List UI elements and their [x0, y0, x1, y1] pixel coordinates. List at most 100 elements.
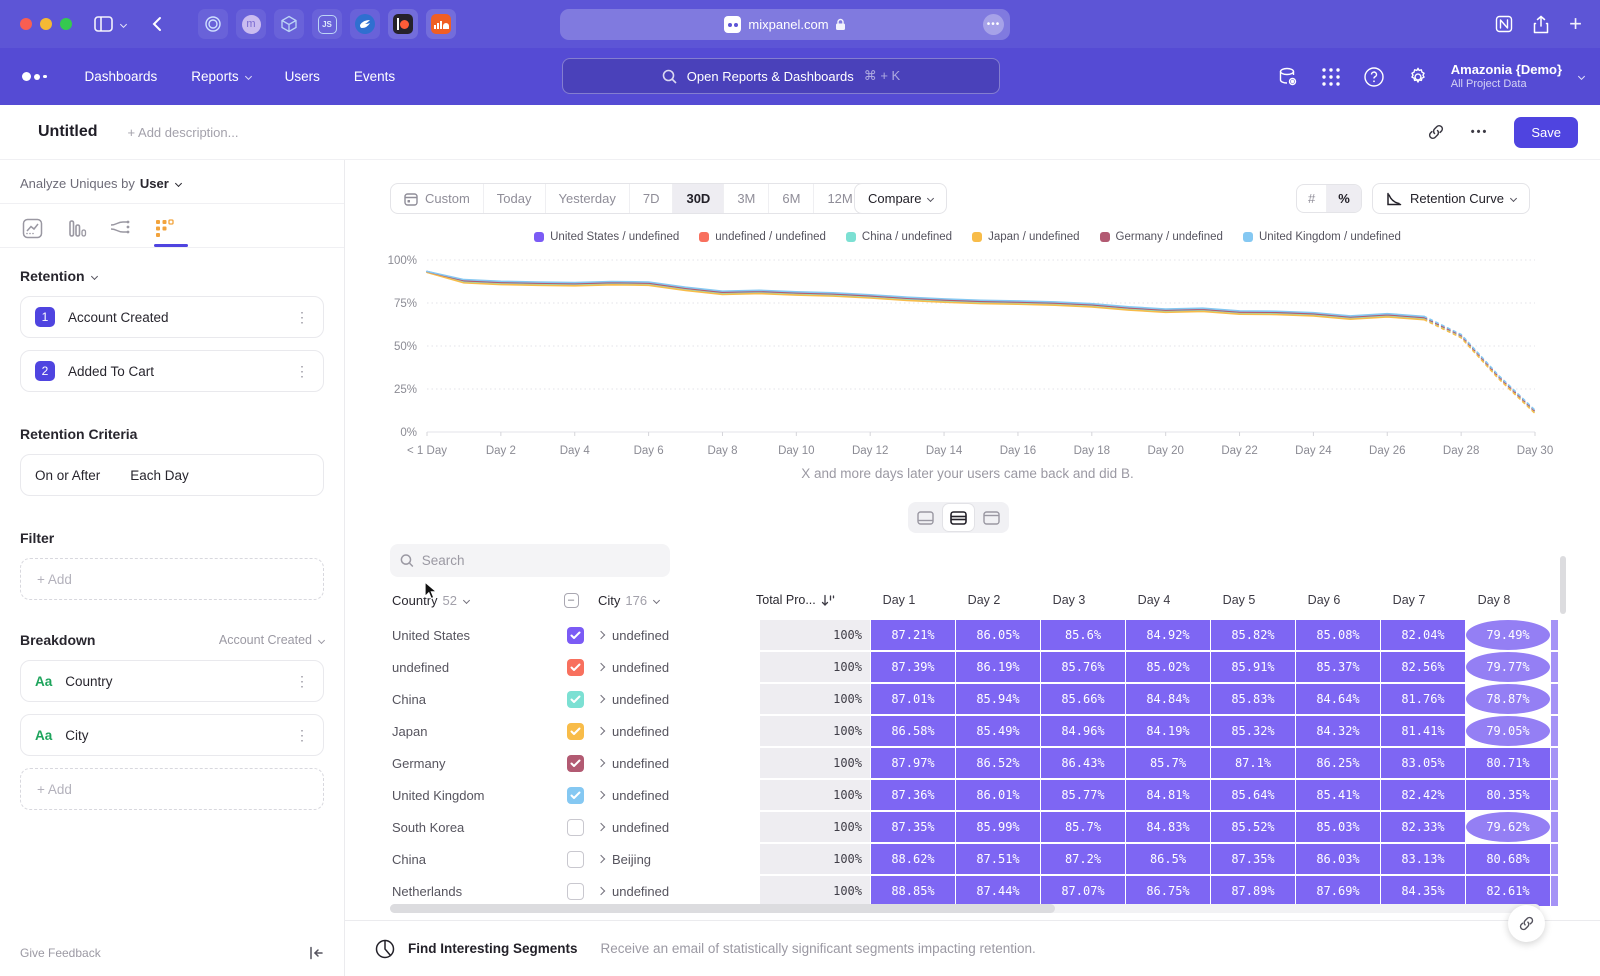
retention-cell[interactable]: 87.1% — [1211, 748, 1295, 778]
range-yesterday[interactable]: Yesterday — [546, 184, 630, 213]
retention-cell[interactable]: 87.39% — [871, 652, 955, 682]
expand-row-icon[interactable] — [590, 728, 612, 734]
target-icon[interactable] — [198, 9, 228, 39]
retention-cell[interactable]: 85.41% — [1296, 780, 1380, 810]
criteria-on-or-after[interactable]: On or After — [35, 468, 100, 483]
retention-step-2[interactable]: 2 Added To Cart ⋮ — [20, 350, 324, 392]
retention-cell[interactable]: 87.35% — [1211, 844, 1295, 874]
city-column-header[interactable]: City176 — [598, 593, 746, 608]
retention-criteria-card[interactable]: On or After Each Day — [20, 454, 324, 496]
range-3m[interactable]: 3M — [724, 184, 769, 213]
retention-cell[interactable]: 86.03% — [1296, 844, 1380, 874]
table-search-input[interactable] — [422, 553, 660, 568]
back-button[interactable] — [152, 16, 162, 32]
chart-type-selector[interactable]: Retention Curve — [1372, 183, 1530, 214]
retention-cell[interactable]: 87.21% — [871, 620, 955, 650]
expand-row-icon[interactable] — [590, 760, 612, 766]
retention-cell[interactable]: 86.01% — [956, 780, 1040, 810]
retention-cell[interactable]: 78.87% — [1466, 684, 1550, 714]
retention-cell[interactable]: 83.05% — [1381, 748, 1465, 778]
retention-cell[interactable]: 84.35% — [1381, 876, 1465, 906]
retention-cell[interactable]: 82.61% — [1466, 876, 1550, 906]
settings-gear-icon[interactable] — [1407, 66, 1429, 88]
funnels-icon[interactable] — [64, 216, 88, 240]
retention-cell[interactable]: 85.76% — [1041, 652, 1125, 682]
retention-cell[interactable]: 81.41% — [1381, 716, 1465, 746]
legend-item[interactable]: Germany / undefined — [1100, 231, 1223, 243]
day-column-header[interactable]: Day 2 — [942, 586, 1026, 614]
retention-cell[interactable]: 86.43% — [1041, 748, 1125, 778]
day-column-header[interactable]: Day 8 — [1452, 586, 1536, 614]
soundcloud-icon[interactable] — [426, 9, 456, 39]
more-options-icon[interactable]: ••• — [1471, 126, 1489, 138]
nav-events[interactable]: Events — [354, 69, 395, 84]
retention-cell[interactable]: 79.49% — [1466, 620, 1550, 650]
m-avatar-icon[interactable]: m — [236, 9, 266, 39]
row-checkbox[interactable] — [567, 787, 584, 804]
retention-cell[interactable]: 84.92% — [1126, 620, 1210, 650]
retention-step-1[interactable]: 1 Account Created ⋮ — [20, 296, 324, 338]
retention-cell[interactable]: 85.66% — [1041, 684, 1125, 714]
retention-cell[interactable]: 85.7% — [1126, 748, 1210, 778]
retention-cell[interactable]: 79.62% — [1466, 812, 1550, 842]
cube-icon[interactable] — [274, 9, 304, 39]
retention-cell[interactable]: 85.94% — [956, 684, 1040, 714]
address-bar[interactable]: mixpanel.com ••• — [560, 9, 1010, 40]
breakdown-city[interactable]: Aa City ⋮ — [20, 714, 324, 756]
breakdown-country[interactable]: Aa Country ⋮ — [20, 660, 324, 702]
range-6m[interactable]: 6M — [769, 184, 814, 213]
bird-icon[interactable] — [350, 9, 380, 39]
expand-row-icon[interactable] — [590, 792, 612, 798]
retention-cell[interactable]: 84.84% — [1126, 684, 1210, 714]
share-icon[interactable] — [1533, 15, 1549, 34]
retention-cell[interactable]: 85.6% — [1041, 620, 1125, 650]
save-button[interactable]: Save — [1514, 117, 1578, 148]
legend-item[interactable]: United Kingdom / undefined — [1243, 231, 1401, 243]
range-today[interactable]: Today — [484, 184, 546, 213]
retention-cell[interactable]: 86.05% — [956, 620, 1040, 650]
insights-icon[interactable] — [20, 216, 44, 240]
kebab-menu-icon[interactable]: ⋮ — [295, 727, 309, 744]
retention-cell[interactable]: 84.19% — [1126, 716, 1210, 746]
retention-cell[interactable]: 85.91% — [1211, 652, 1295, 682]
retention-cell[interactable]: 87.97% — [871, 748, 955, 778]
retention-cell[interactable]: 80.71% — [1466, 748, 1550, 778]
retention-cell[interactable]: 85.83% — [1211, 684, 1295, 714]
expand-row-icon[interactable] — [590, 856, 612, 862]
breakdown-scope-selector[interactable]: Account Created — [219, 633, 324, 647]
city-select-all-checkbox[interactable]: – — [560, 593, 590, 608]
global-search[interactable]: Open Reports & Dashboards ⌘ + K — [562, 58, 1000, 94]
site-options-button[interactable]: ••• — [983, 14, 1004, 35]
row-checkbox[interactable] — [567, 755, 584, 772]
retention-cell[interactable]: 88.62% — [871, 844, 955, 874]
table-row[interactable]: ChinaBeijing100%88.62%87.51%87.2%86.5%87… — [375, 844, 1560, 874]
retention-cell[interactable]: 80.68% — [1466, 844, 1550, 874]
project-switcher[interactable]: Amazonia {Demo} All Project Data — [1451, 62, 1584, 92]
retention-cell[interactable]: 85.08% — [1296, 620, 1380, 650]
day-column-header[interactable]: Day 5 — [1197, 586, 1281, 614]
flows-icon[interactable] — [108, 216, 132, 240]
legend-item[interactable]: undefined / undefined — [699, 231, 826, 243]
help-icon[interactable] — [1363, 66, 1385, 88]
retention-cell[interactable]: 85.64% — [1211, 780, 1295, 810]
expand-row-icon[interactable] — [590, 888, 612, 894]
day-column-header[interactable]: Day 3 — [1027, 586, 1111, 614]
legend-item[interactable]: Japan / undefined — [972, 231, 1079, 243]
data-management-icon[interactable] — [1277, 66, 1299, 88]
retention-cell[interactable]: 85.52% — [1211, 812, 1295, 842]
retention-cell[interactable]: 80.35% — [1466, 780, 1550, 810]
retention-cell[interactable]: 85.99% — [956, 812, 1040, 842]
nav-users[interactable]: Users — [285, 69, 320, 84]
nav-reports[interactable]: Reports — [191, 69, 250, 84]
retention-cell[interactable]: 87.35% — [871, 812, 955, 842]
row-checkbox[interactable] — [567, 659, 584, 676]
row-checkbox[interactable] — [567, 723, 584, 740]
share-link-button[interactable] — [1508, 905, 1545, 942]
legend-item[interactable]: United States / undefined — [534, 231, 679, 243]
retention-cell[interactable]: 86.5% — [1126, 844, 1210, 874]
retention-cell[interactable]: 88.85% — [871, 876, 955, 906]
js-icon[interactable]: JS — [312, 9, 342, 39]
retention-cell[interactable]: 86.19% — [956, 652, 1040, 682]
retention-cell[interactable]: 82.33% — [1381, 812, 1465, 842]
expand-row-icon[interactable] — [590, 696, 612, 702]
